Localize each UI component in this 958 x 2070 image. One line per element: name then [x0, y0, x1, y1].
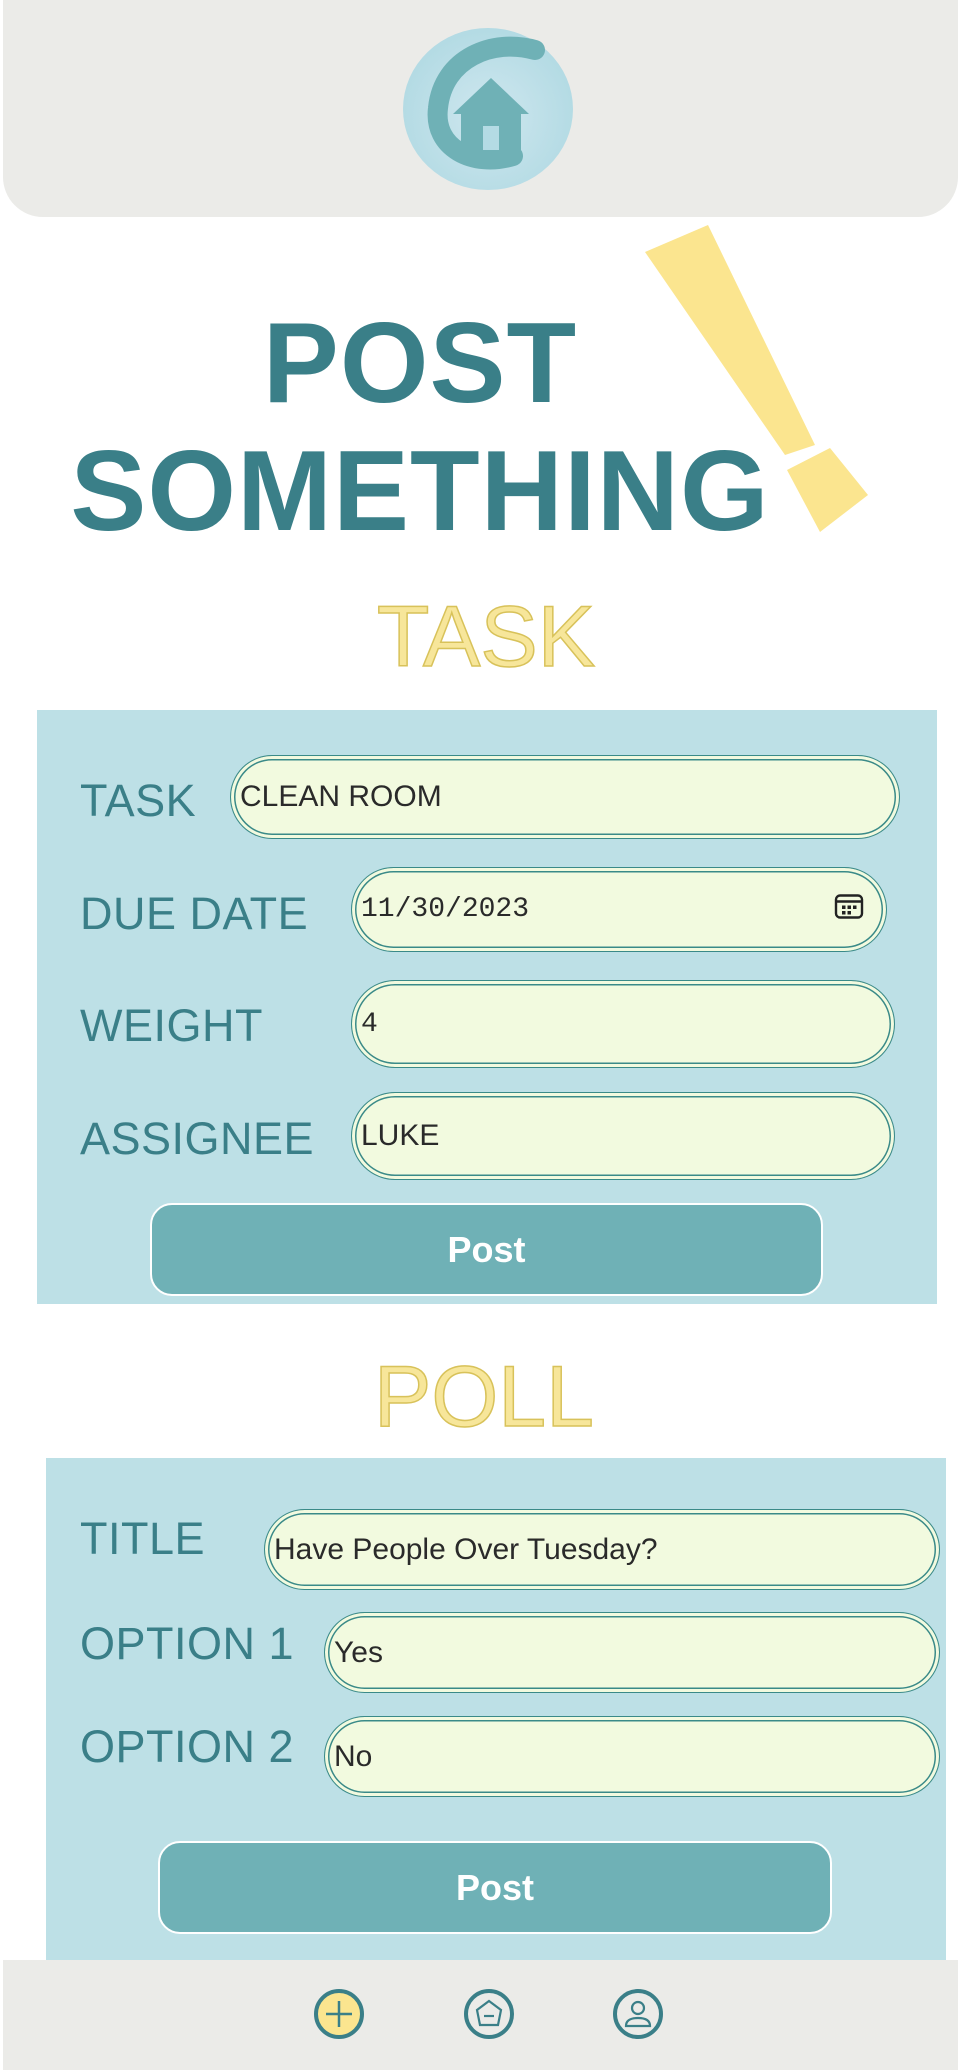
task-input-value: CLEAN ROOM	[240, 780, 442, 813]
home-icon[interactable]	[463, 1988, 515, 2040]
task-section-title: TASK	[376, 588, 596, 686]
poll-title-label: TITLE	[80, 1513, 206, 1564]
poll-post-button[interactable]: Post	[158, 1841, 832, 1934]
weight-label: WEIGHT	[80, 1000, 263, 1051]
weight-value: 4	[361, 1008, 378, 1040]
assignee-label: ASSIGNEE	[80, 1113, 315, 1164]
poll-section-title: POLL	[373, 1348, 594, 1446]
task-label: TASK	[80, 775, 197, 826]
weight-input[interactable]: 4	[351, 980, 895, 1068]
due-date-label: DUE DATE	[80, 888, 309, 939]
task-post-button[interactable]: Post	[150, 1203, 823, 1296]
add-icon[interactable]	[313, 1988, 365, 2040]
assignee-input[interactable]: LUKE	[351, 1092, 895, 1180]
due-date-value: 11/30/2023	[361, 894, 530, 925]
task-form-panel: TASK CLEAN ROOM DUE DATE 11/30/2023 WEIG…	[37, 710, 937, 1304]
bottom-navbar	[3, 1960, 958, 2070]
calendar-icon[interactable]	[834, 891, 864, 928]
home-logo-icon[interactable]	[403, 28, 573, 190]
profile-icon[interactable]	[612, 1988, 664, 2040]
option2-label: OPTION 2	[80, 1721, 295, 1772]
poll-form-panel: TITLE Have People Over Tuesday? OPTION 1…	[46, 1458, 946, 1960]
poll-title-input[interactable]: Have People Over Tuesday?	[264, 1509, 940, 1590]
option2-input[interactable]: No	[324, 1716, 940, 1797]
option1-label: OPTION 1	[80, 1618, 295, 1669]
option2-value: No	[334, 1739, 373, 1773]
option1-value: Yes	[334, 1635, 383, 1669]
exclamation-decoration-icon	[645, 225, 868, 532]
option1-input[interactable]: Yes	[324, 1612, 940, 1693]
due-date-input[interactable]: 11/30/2023	[351, 867, 887, 952]
poll-title-value: Have People Over Tuesday?	[274, 1532, 658, 1566]
assignee-value: LUKE	[361, 1119, 440, 1152]
app-header	[3, 0, 958, 217]
task-input[interactable]: CLEAN ROOM	[230, 755, 900, 839]
